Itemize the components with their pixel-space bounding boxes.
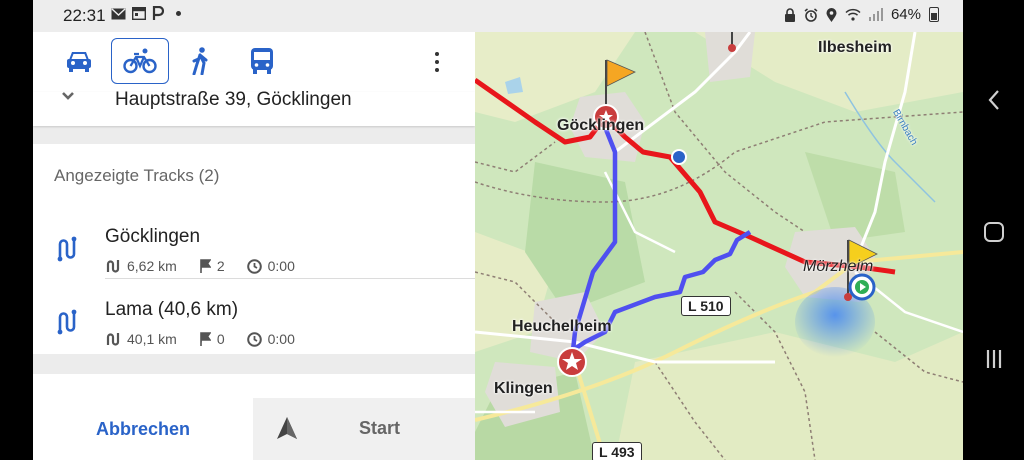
battery-percent: 64% xyxy=(890,6,921,23)
home-button[interactable] xyxy=(963,220,1024,249)
track-title: Göcklingen xyxy=(105,226,201,247)
mode-car-button[interactable] xyxy=(50,38,108,84)
signal-icon xyxy=(868,8,883,21)
navigation-arrow-icon xyxy=(277,417,297,439)
track-title: Lama (40,6 km) xyxy=(105,299,239,320)
recents-icon xyxy=(986,350,1001,368)
destination-address: Hauptstraße 39, Göcklingen xyxy=(115,89,352,110)
mode-walk-button[interactable] xyxy=(172,38,230,84)
back-button[interactable] xyxy=(963,88,1024,117)
map-label-goecklingen: Göcklingen xyxy=(557,117,645,134)
track-waypoints-value: 2 xyxy=(216,258,225,274)
start-button[interactable]: Start xyxy=(253,398,475,460)
track-meta: 6,62 km 2 0:00 xyxy=(105,258,317,274)
alarm-icon xyxy=(804,7,818,22)
destination-pin[interactable] xyxy=(557,347,587,377)
track-duration: 0:00 xyxy=(246,331,295,347)
track-divider xyxy=(105,278,475,279)
wifi-icon xyxy=(845,8,861,21)
calendar-icon xyxy=(132,7,146,20)
battery-icon xyxy=(929,7,939,22)
current-location-marker[interactable] xyxy=(848,273,876,301)
walk-icon xyxy=(192,47,208,75)
mail-icon xyxy=(111,7,126,19)
track-distance-value: 6,62 km xyxy=(127,258,177,274)
waypoint-dot[interactable] xyxy=(671,149,687,165)
map-label-heuchelheim: Heuchelheim xyxy=(512,318,612,335)
track-duration-value: 0:00 xyxy=(267,331,295,347)
track-duration: 0:00 xyxy=(246,258,295,274)
map-label-ilbesheim: Ilbesheim xyxy=(818,39,892,56)
route-panel: Hauptstraße 39, Göcklingen Angezeigte Tr… xyxy=(33,32,475,460)
mode-bus-button[interactable] xyxy=(233,38,291,84)
transport-mode-bar xyxy=(33,32,475,92)
flag-icon xyxy=(200,259,211,273)
map-label-klingen: Klingen xyxy=(494,380,553,397)
route-distance-icon xyxy=(106,333,120,346)
lock-icon xyxy=(784,7,795,22)
track-route-icon xyxy=(57,309,77,335)
track-waypoints: 2 xyxy=(199,258,225,274)
status-bar: 22:31 64% xyxy=(33,0,963,32)
track-waypoints-value: 0 xyxy=(216,331,225,347)
bus-icon xyxy=(251,48,273,74)
start-label: Start xyxy=(359,418,401,438)
road-label-l493: L 493 xyxy=(592,442,642,460)
track-distance: 6,62 km xyxy=(105,258,177,274)
recents-button[interactable] xyxy=(963,348,1024,375)
more-dot-icon xyxy=(435,60,439,64)
location-icon xyxy=(826,7,837,22)
destination-row[interactable]: Hauptstraße 39, Göcklingen xyxy=(33,89,475,126)
chevron-down-icon xyxy=(62,92,74,100)
dot-icon xyxy=(176,11,181,16)
clock-icon xyxy=(246,331,262,347)
track-distance: 40,1 km xyxy=(105,331,177,347)
status-time: 22:31 xyxy=(63,6,106,25)
road-label-l510: L 510 xyxy=(681,296,731,316)
map-view[interactable]: Ilbesheim Göcklingen Mörzheim Heuchelhei… xyxy=(475,32,963,460)
route-footer: Abbrechen Start xyxy=(33,398,475,460)
status-icons-right: 64% xyxy=(784,6,939,23)
route-distance-icon xyxy=(106,260,120,273)
track-item[interactable]: Göcklingen 6,62 km 2 0:00 xyxy=(33,214,475,286)
bike-icon xyxy=(123,48,157,74)
track-route-icon xyxy=(57,236,77,262)
clock-icon xyxy=(246,258,262,274)
more-options-button[interactable] xyxy=(425,44,449,80)
next-card-edge xyxy=(33,374,475,398)
flag-icon xyxy=(200,332,211,346)
track-item[interactable]: Lama (40,6 km) 40,1 km 0 0:00 xyxy=(33,287,475,359)
status-icons-left xyxy=(111,6,181,21)
back-chevron-icon xyxy=(988,90,999,110)
more-dot-icon xyxy=(435,68,439,72)
home-icon xyxy=(983,222,1004,242)
tracks-header: Angezeigte Tracks (2) xyxy=(54,166,220,185)
parking-icon xyxy=(152,6,164,20)
cancel-button[interactable]: Abbrechen xyxy=(33,398,253,460)
track-duration-value: 0:00 xyxy=(267,258,295,274)
track-distance-value: 40,1 km xyxy=(127,331,177,347)
more-dot-icon xyxy=(435,52,439,56)
track-waypoints: 0 xyxy=(199,331,225,347)
mode-bike-button[interactable] xyxy=(111,38,169,84)
system-navigation-bar xyxy=(963,0,1024,460)
car-icon xyxy=(67,52,91,72)
map-label-moerzheim: Mörzheim xyxy=(803,258,874,275)
track-meta: 40,1 km 0 0:00 xyxy=(105,331,317,347)
phone-screen: 22:31 64% Hauptstraße 39, Göcklingen Ang… xyxy=(0,0,1024,460)
displayed-tracks-card: Angezeigte Tracks (2) Göcklingen 6,62 km… xyxy=(33,144,475,354)
